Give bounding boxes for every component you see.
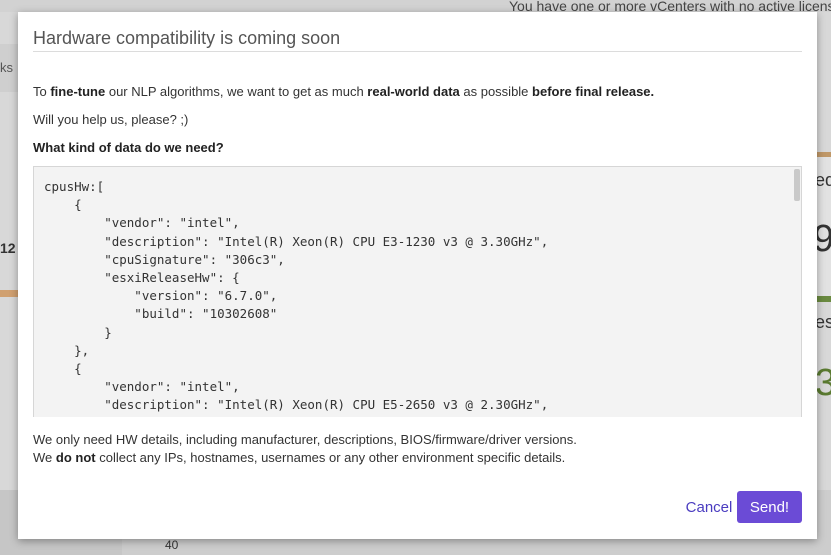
background-axis-number: 40 <box>165 538 179 552</box>
privacy-note: We only need HW details, including manuf… <box>33 432 577 465</box>
json-sample-code: cpusHw:[ { "vendor": "intel", "descripti… <box>44 179 549 417</box>
background-left-text: ks <box>0 60 13 75</box>
hardware-compatibility-dialog: Hardware compatibility is coming soon To… <box>18 12 817 539</box>
privacy-note-bold-do-not: do not <box>55 450 96 465</box>
data-question-heading: What kind of data do we need? <box>33 140 224 155</box>
intro-bold-real-world-data: real-world data <box>367 84 460 99</box>
background-right-green-bar <box>817 296 831 302</box>
background-left-value: 12 <box>0 240 16 256</box>
help-request-text: Will you help us, please? ;) <box>33 112 189 127</box>
code-scrollbar[interactable] <box>793 167 801 417</box>
background-right-label: ed <box>815 170 831 190</box>
background-right-value-2: 32 <box>815 362 831 404</box>
intro-paragraph: To fine-tune our NLP algorithms, we want… <box>33 84 655 99</box>
json-sample-box[interactable]: cpusHw:[ { "vendor": "intel", "descripti… <box>33 166 802 417</box>
intro-bold-fine-tune: fine-tune <box>50 84 106 99</box>
background-right-orange-bar <box>817 152 831 157</box>
dialog-title: Hardware compatibility is coming soon <box>33 28 341 48</box>
title-divider <box>33 51 802 52</box>
send-button[interactable]: Send! <box>737 491 802 523</box>
privacy-note-line-1: We only need HW details, including manuf… <box>33 432 577 447</box>
background-right-label-2: es <box>815 312 831 332</box>
code-scrollbar-thumb[interactable] <box>794 169 800 201</box>
background-left-progress <box>0 290 18 297</box>
intro-bold-before-release: before final release. <box>532 84 655 99</box>
